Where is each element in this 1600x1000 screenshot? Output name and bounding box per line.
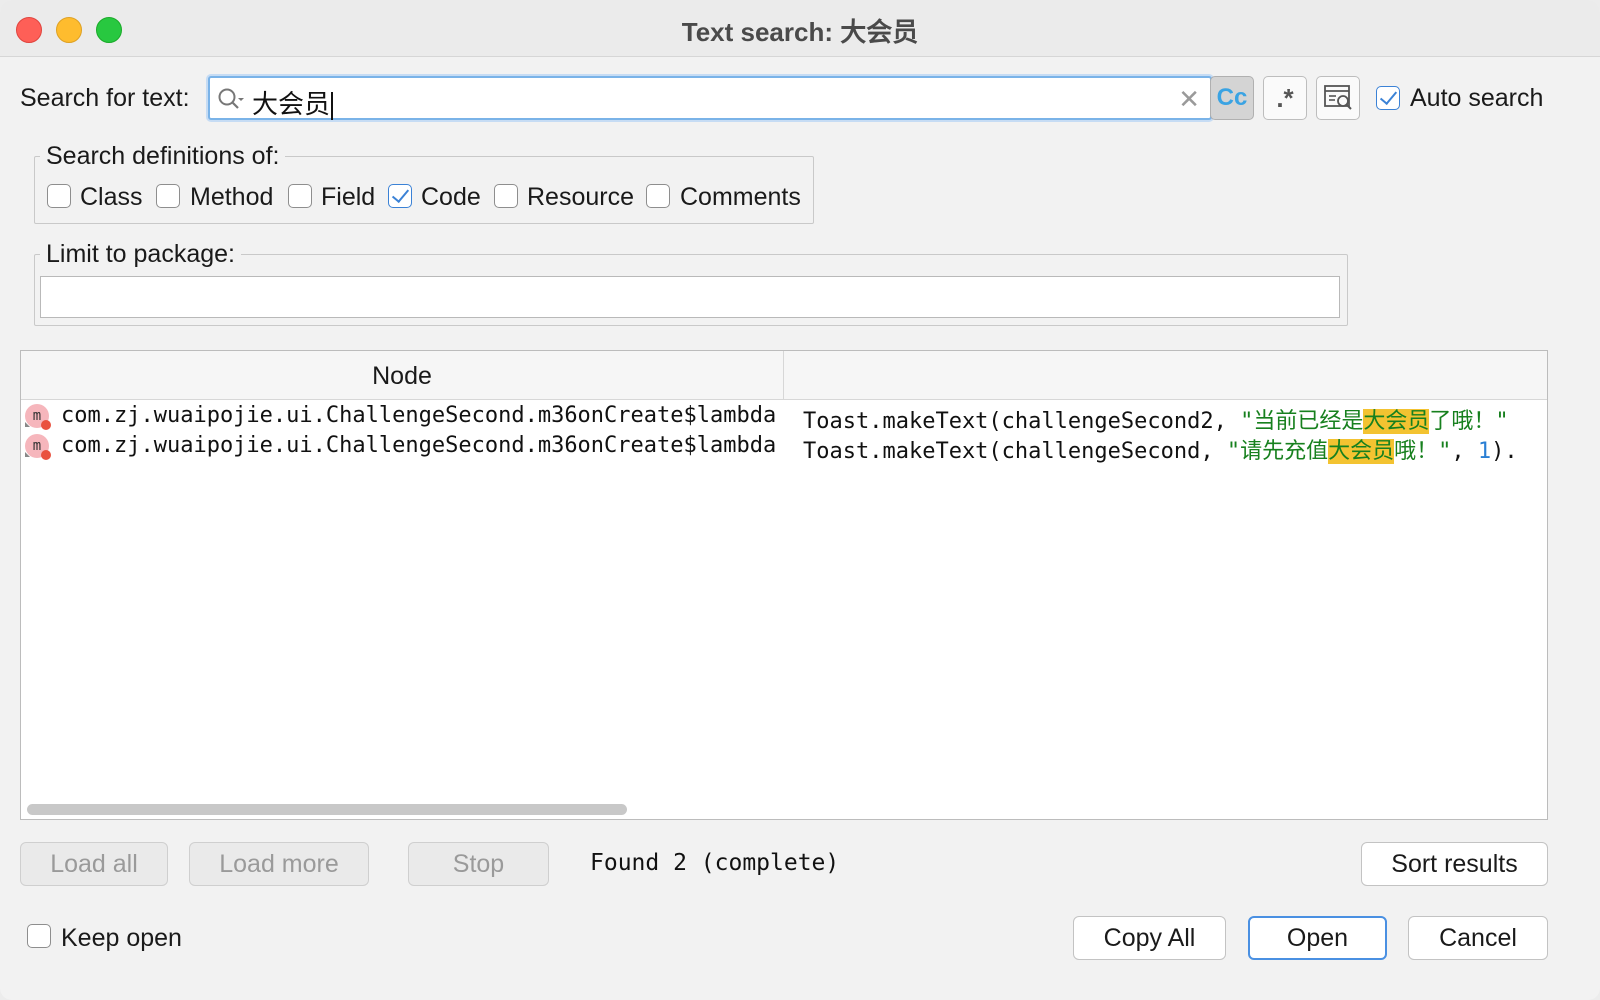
table-row[interactable]: m com.zj.wuaipojie.ui.ChallengeSecond.m3… xyxy=(21,401,1547,434)
sort-results-button[interactable]: Sort results xyxy=(1361,842,1548,886)
title-bar: Text search: 大会员 xyxy=(0,0,1600,57)
search-value: 大会员 xyxy=(252,89,331,119)
method-label: Method xyxy=(190,183,274,211)
text-caret xyxy=(331,92,334,121)
table-row[interactable]: m com.zj.wuaipojie.ui.ChallengeSecond.m3… xyxy=(21,431,1547,464)
auto-search-checkbox[interactable] xyxy=(1376,86,1400,110)
document-search-icon xyxy=(1324,85,1352,110)
search-icon[interactable] xyxy=(216,86,244,114)
auto-search-label: Auto search xyxy=(1410,84,1544,112)
svg-text:m: m xyxy=(33,408,41,424)
search-definitions-title: Search definitions of: xyxy=(40,142,286,171)
keep-open-label: Keep open xyxy=(61,924,182,952)
node-text: com.zj.wuaipojie.ui.ChallengeSecond.m36o… xyxy=(61,433,777,458)
node-cell: m com.zj.wuaipojie.ui.ChallengeSecond.m3… xyxy=(21,431,783,461)
package-input[interactable] xyxy=(40,276,1340,318)
status-text: Found 2 (complete) xyxy=(590,850,840,876)
code-end: ). xyxy=(1491,439,1518,464)
search-label: Search for text: xyxy=(20,84,190,112)
number-literal: 1 xyxy=(1477,439,1492,464)
cancel-button[interactable]: Cancel xyxy=(1408,916,1548,960)
class-label: Class xyxy=(80,183,143,211)
comments-label: Comments xyxy=(680,183,801,211)
load-more-button[interactable]: Load more xyxy=(189,842,369,886)
limit-package-title: Limit to package: xyxy=(40,240,241,269)
code-prefix: Toast.makeText(challengeSecond, xyxy=(803,439,1227,464)
load-all-button[interactable]: Load all xyxy=(20,842,168,886)
method-checkbox[interactable] xyxy=(156,184,180,208)
method-icon: m xyxy=(25,434,51,460)
resource-label: Resource xyxy=(527,183,634,211)
method-icon: m xyxy=(25,404,51,430)
keep-open-checkbox[interactable] xyxy=(27,924,51,948)
code-checkbox[interactable] xyxy=(388,184,412,208)
horizontal-scrollbar[interactable] xyxy=(27,804,627,815)
code-label: Code xyxy=(421,183,481,211)
regex-icon: .* xyxy=(1276,82,1294,113)
resource-checkbox[interactable] xyxy=(494,184,518,208)
clear-icon[interactable]: ✕ xyxy=(1178,85,1200,113)
table-header: Node xyxy=(21,351,1547,400)
open-button[interactable]: Open xyxy=(1248,916,1387,960)
match-highlight: 大会员 xyxy=(1328,439,1395,464)
case-sensitive-icon: Cc xyxy=(1216,84,1248,111)
svg-text:m: m xyxy=(33,438,41,454)
text-search-dialog: Text search: 大会员 Search for text: 大会员 ✕ … xyxy=(0,0,1600,1000)
results-table[interactable]: Node m com.zj.wuaipojie.ui.ChallengeSeco… xyxy=(20,350,1548,820)
search-in-text-button[interactable] xyxy=(1316,76,1360,120)
window-title: Text search: 大会员 xyxy=(681,17,919,47)
string-literal: 哦！" xyxy=(1394,439,1452,464)
case-sensitive-button[interactable]: Cc xyxy=(1210,76,1254,120)
node-text: com.zj.wuaipojie.ui.ChallengeSecond.m36o… xyxy=(61,403,777,428)
copy-all-button[interactable]: Copy All xyxy=(1073,916,1226,960)
class-checkbox[interactable] xyxy=(47,184,71,208)
search-input[interactable]: 大会员 ✕ xyxy=(208,76,1212,121)
field-checkbox[interactable] xyxy=(288,184,312,208)
field-label: Field xyxy=(321,183,376,211)
string-literal: "请先充值 xyxy=(1226,439,1329,464)
stop-button[interactable]: Stop xyxy=(408,842,549,886)
node-cell: m com.zj.wuaipojie.ui.ChallengeSecond.m3… xyxy=(21,401,783,431)
comments-checkbox[interactable] xyxy=(646,184,670,208)
regex-button[interactable]: .* xyxy=(1263,76,1307,120)
code-cell: Toast.makeText(challengeSecond, "请先充值大会员… xyxy=(803,433,1518,465)
column-header-node[interactable]: Node xyxy=(21,351,784,399)
code-suffix: , xyxy=(1451,439,1478,464)
